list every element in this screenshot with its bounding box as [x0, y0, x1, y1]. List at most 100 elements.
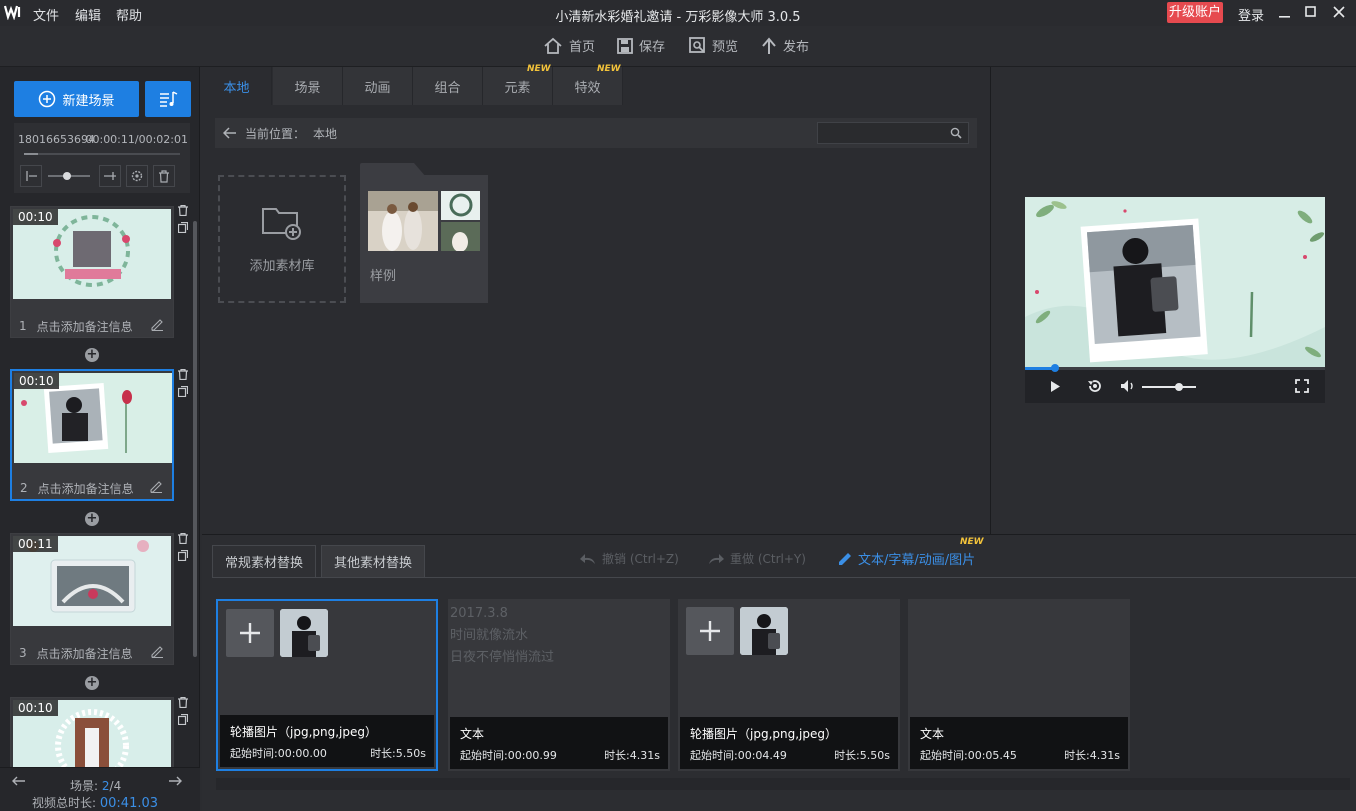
fade-out-icon	[103, 170, 117, 182]
redo-label: 重做 (Ctrl+Y)	[730, 552, 806, 566]
scene-card-4[interactable]: 00:10	[10, 697, 174, 768]
preview-button[interactable]: 预览	[689, 36, 738, 55]
card-start-time: 起始时间:00:00.99	[460, 749, 557, 762]
video-progress-knob[interactable]	[1051, 364, 1059, 372]
add-library-button[interactable]: 添加素材库	[218, 175, 346, 303]
card-name: 文本	[460, 727, 485, 741]
login-link[interactable]: 登录	[1238, 5, 1264, 24]
image-thumbnail[interactable]	[280, 609, 328, 657]
scene-note[interactable]: 点击添加备注信息	[38, 480, 134, 497]
redo-button[interactable]: 重做 (Ctrl+Y)	[708, 550, 806, 567]
tab-scene[interactable]: 场景	[273, 67, 343, 105]
scene-card-2[interactable]: 00:10 2 点击添加备注信息	[10, 369, 174, 501]
fade-in-button[interactable]	[20, 165, 42, 187]
scene-panel: 新建场景 18016653694 00:00:11/00:02:01 00:10	[0, 67, 200, 811]
add-image-button[interactable]	[226, 609, 274, 657]
scene-footer: 2 点击添加备注信息	[12, 477, 172, 499]
add-scene-between-button[interactable]: +	[85, 512, 99, 526]
search-icon[interactable]	[950, 127, 962, 139]
prev-scene-arrow-icon[interactable]	[12, 776, 26, 786]
material-card-1[interactable]: 轮播图片（jpg,png,jpeg） 起始时间:00:00.00 时长:5.50s	[216, 599, 438, 771]
replay-icon[interactable]	[1087, 379, 1103, 393]
scene-delete-icon[interactable]	[178, 697, 188, 708]
material-card-2[interactable]: 2017.3.8 时间就像流水 日夜不停悄悄流过 文本 起始时间:00:00.9…	[448, 599, 670, 771]
tab-effects[interactable]: 特效 NEW	[553, 64, 623, 105]
edit-pencil-icon[interactable]	[151, 646, 163, 658]
scene-card-3[interactable]: 00:11 3 点击添加备注信息	[10, 533, 174, 665]
tab-divider	[212, 577, 1356, 578]
add-scene-between-button[interactable]: +	[85, 348, 99, 362]
material-card-3[interactable]: 轮播图片（jpg,png,jpeg） 起始时间:00:04.49 时长:5.50s	[678, 599, 900, 771]
tab-label: 常规素材替换	[225, 556, 304, 571]
tab-animation[interactable]: 动画	[343, 67, 413, 105]
scene-copy-icon[interactable]	[178, 714, 188, 725]
video-progress-track[interactable]	[1025, 364, 1325, 372]
music-button[interactable]	[145, 81, 191, 117]
scene-copy-icon[interactable]	[178, 386, 188, 397]
scene-delete-icon[interactable]	[178, 369, 188, 380]
volume-slider-track[interactable]	[48, 172, 90, 180]
scene-note[interactable]: 点击添加备注信息	[37, 645, 133, 662]
publish-arrow-icon	[761, 36, 777, 55]
maximize-icon[interactable]	[1305, 6, 1317, 18]
next-scene-arrow-icon[interactable]	[168, 776, 182, 786]
scene-note[interactable]: 点击添加备注信息	[37, 318, 133, 335]
location-label: 当前位置：	[245, 126, 306, 141]
tab-elements[interactable]: 元素 NEW	[483, 64, 553, 105]
minimize-icon[interactable]	[1279, 8, 1291, 18]
fade-out-button[interactable]	[99, 165, 121, 187]
tab-combination[interactable]: 组合	[413, 67, 483, 105]
preview-volume-track[interactable]	[1142, 383, 1196, 391]
undo-button[interactable]: 撤销 (Ctrl+Z)	[580, 550, 679, 567]
scene-list-scrollbar[interactable]	[193, 221, 197, 657]
card-duration: 时长:4.31s	[1064, 749, 1120, 762]
audio-progress-fill	[24, 153, 39, 155]
audio-progress-track[interactable]	[24, 153, 180, 155]
preview-volume-knob[interactable]	[1174, 383, 1183, 391]
image-thumbnail[interactable]	[740, 607, 788, 655]
menu-help[interactable]: 帮助	[116, 5, 142, 24]
text-link-label: 文本/字幕/动画/图片	[858, 553, 976, 568]
home-button[interactable]: 首页	[543, 36, 595, 55]
video-preview[interactable]	[1025, 197, 1325, 369]
text-subtitle-anim-image-link[interactable]: 文本/字幕/动画/图片 NEW	[838, 537, 984, 568]
upgrade-account-button[interactable]: 升级账户	[1167, 2, 1223, 23]
card-duration: 时长:4.31s	[604, 749, 660, 762]
home-label: 首页	[569, 40, 596, 55]
scene-delete-icon[interactable]	[178, 205, 188, 216]
close-icon[interactable]	[1333, 6, 1345, 18]
scene-delete-icon[interactable]	[178, 533, 188, 544]
audio-settings-button[interactable]	[126, 165, 148, 187]
edit-pencil-icon[interactable]	[151, 319, 163, 331]
add-image-button[interactable]	[686, 607, 734, 655]
library-search-input[interactable]	[817, 122, 969, 144]
card-footer: 轮播图片（jpg,png,jpeg） 起始时间:00:04.49 时长:5.50s	[680, 717, 898, 769]
scene-copy-icon[interactable]	[178, 222, 188, 233]
scene-copy-icon[interactable]	[178, 550, 188, 561]
background-audio-box: 18016653694 00:00:11/00:02:01	[14, 123, 190, 193]
fade-in-icon	[24, 170, 38, 182]
app-logo-icon[interactable]	[4, 4, 22, 20]
edit-pencil-icon[interactable]	[150, 481, 162, 493]
scene-card-1[interactable]: 00:10 1 点击添加备注信息	[10, 206, 174, 338]
cards-horizontal-scrollbar[interactable]	[216, 778, 1350, 790]
menu-edit[interactable]: 编辑	[75, 5, 101, 24]
fullscreen-icon[interactable]	[1295, 379, 1309, 393]
tab-normal-replace[interactable]: 常规素材替换	[212, 545, 317, 577]
material-card-4[interactable]: 文本 起始时间:00:05.45 时长:4.31s	[908, 599, 1130, 771]
save-button[interactable]: 保存	[617, 36, 665, 55]
volume-slider-knob[interactable]	[62, 172, 71, 180]
add-library-label: 添加素材库	[249, 258, 315, 274]
volume-icon[interactable]	[1120, 379, 1136, 393]
new-scene-button[interactable]: 新建场景	[14, 81, 139, 117]
audio-delete-button[interactable]	[153, 165, 175, 187]
back-arrow-icon[interactable]	[223, 127, 237, 139]
tab-local[interactable]: 本地	[202, 67, 272, 105]
play-icon[interactable]	[1050, 380, 1061, 393]
add-scene-between-button[interactable]: +	[85, 676, 99, 690]
sample-folder[interactable]: 样例	[360, 163, 488, 303]
scene-index: 3	[19, 646, 27, 660]
menu-file[interactable]: 文件	[33, 5, 59, 24]
tab-other-replace[interactable]: 其他素材替换	[321, 545, 426, 577]
publish-button[interactable]: 发布	[761, 36, 809, 55]
